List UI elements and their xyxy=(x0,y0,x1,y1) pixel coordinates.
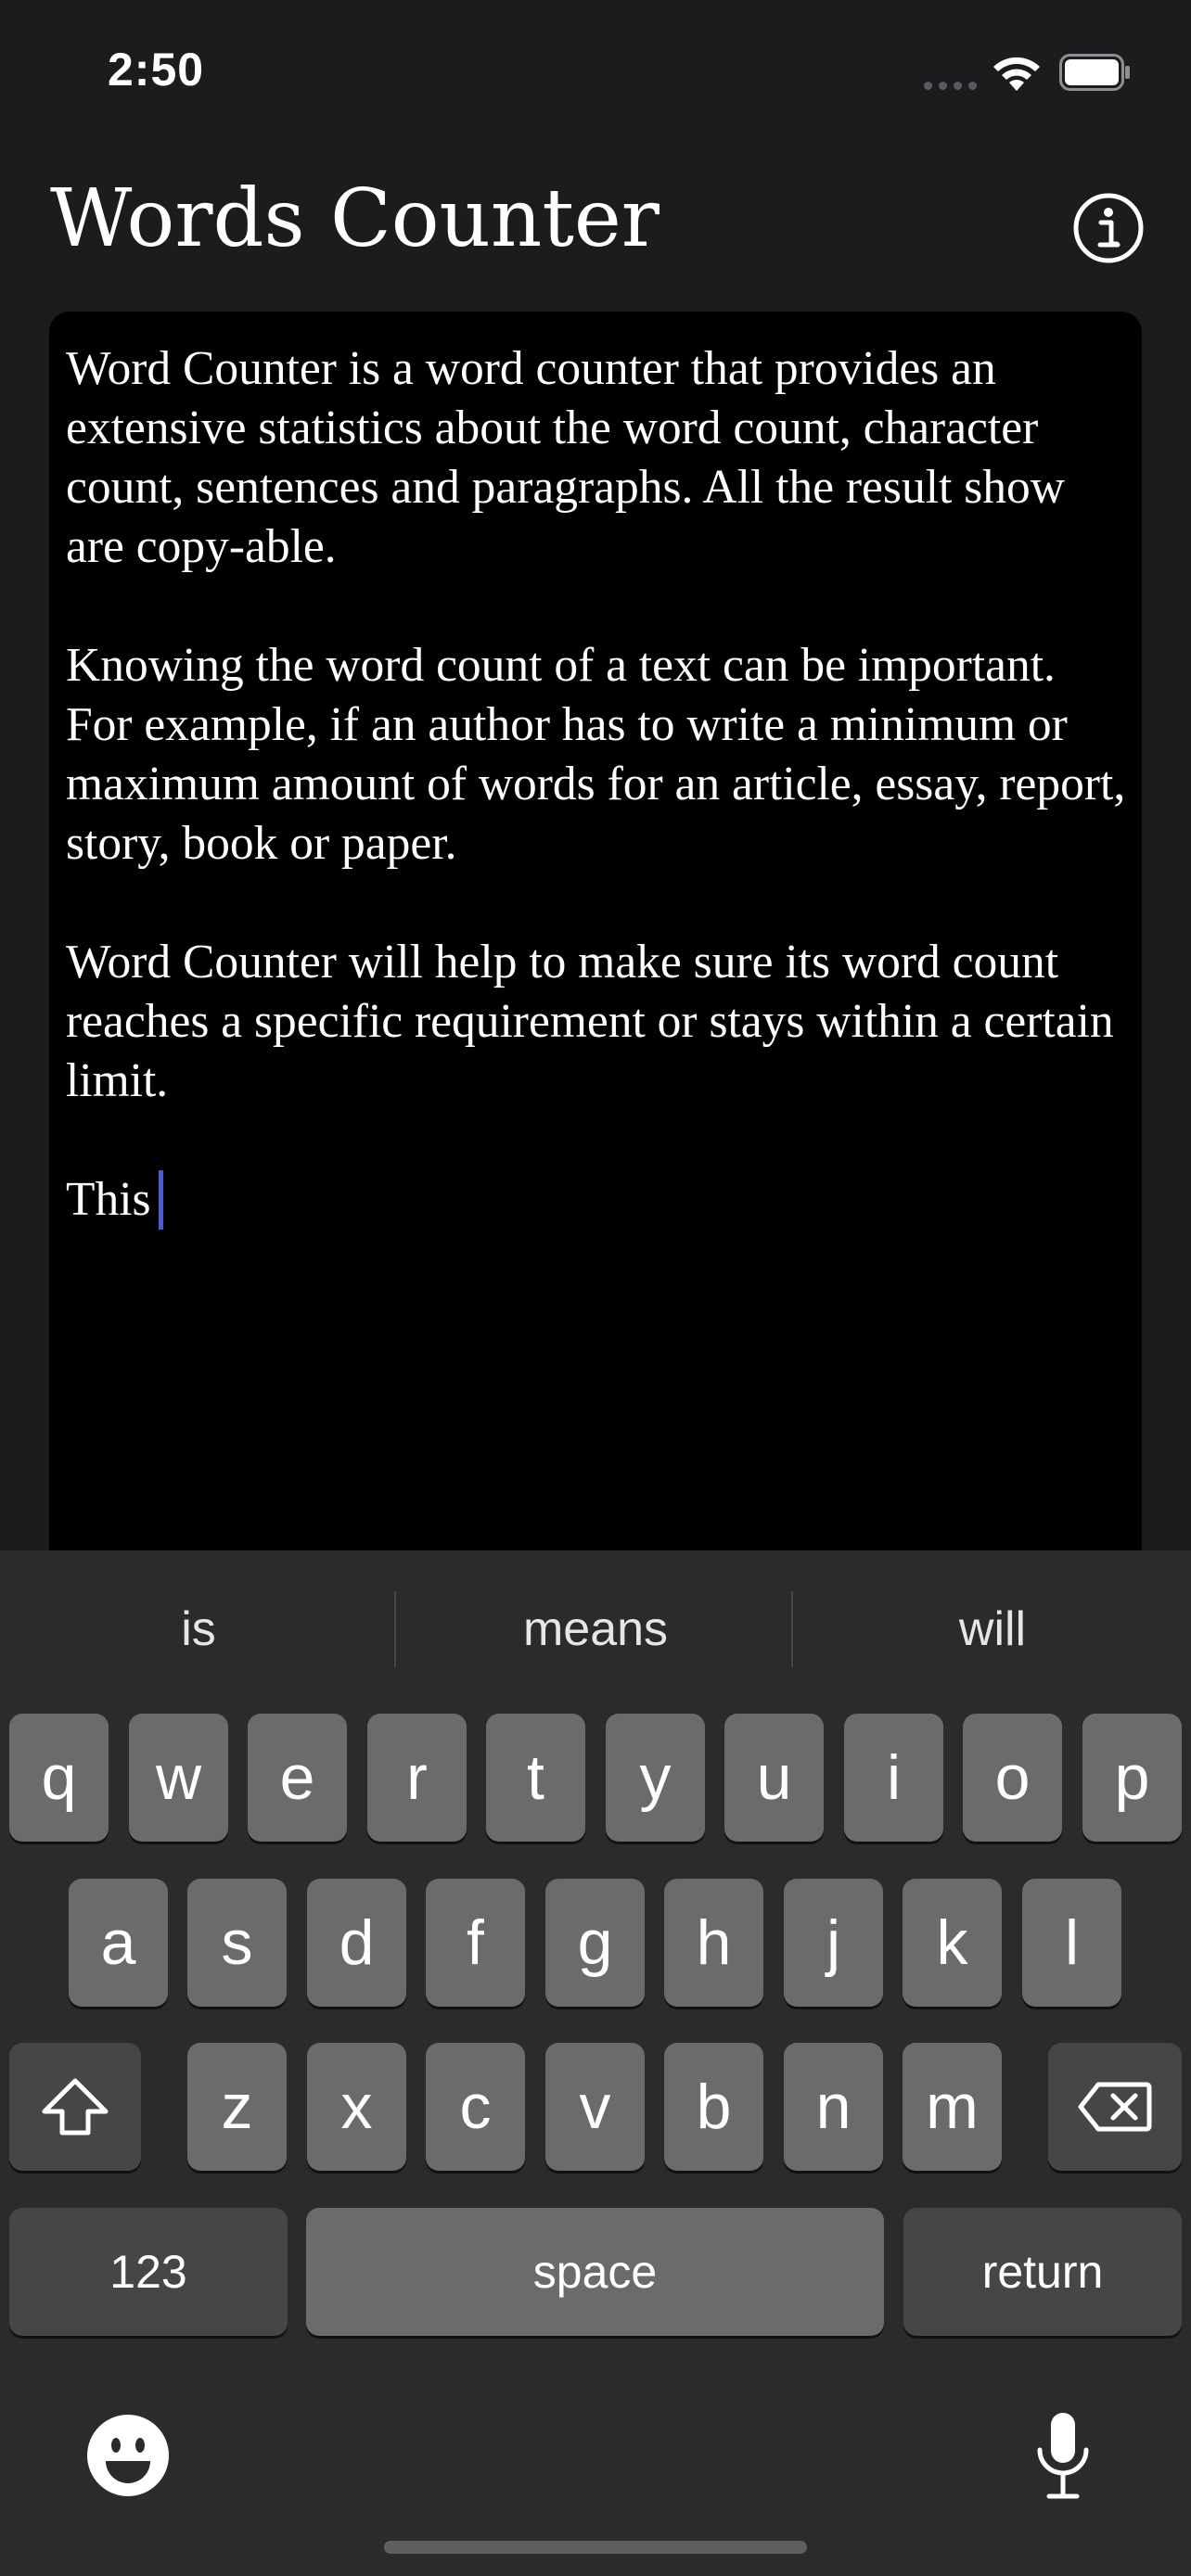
suggestion-bar: is means will xyxy=(0,1550,1191,1708)
info-icon xyxy=(1073,193,1144,263)
key-q[interactable]: q xyxy=(9,1714,109,1842)
editor-paragraph: Word Counter will help to make sure its … xyxy=(66,936,1114,1107)
key-v[interactable]: v xyxy=(545,2043,645,2171)
key-g[interactable]: g xyxy=(545,1879,645,2007)
key-k[interactable]: k xyxy=(903,1879,1002,2007)
key-c[interactable]: c xyxy=(426,2043,525,2171)
key-r[interactable]: r xyxy=(367,1714,467,1842)
key-x[interactable]: x xyxy=(307,2043,406,2171)
dictation-button[interactable] xyxy=(1017,2404,1109,2507)
page-title: Words Counter xyxy=(50,172,660,265)
editor-current-line: This xyxy=(64,1170,1127,1230)
key-a[interactable]: a xyxy=(69,1879,168,2007)
shift-icon xyxy=(42,2078,109,2136)
home-indicator[interactable] xyxy=(384,2541,807,2554)
key-d[interactable]: d xyxy=(307,1879,406,2007)
space-key[interactable]: space xyxy=(306,2208,884,2336)
keyboard: is means will q w e r t y u i o p a s d … xyxy=(0,1550,1191,2576)
shift-key[interactable] xyxy=(9,2043,141,2171)
editor-paragraph: Knowing the word count of a text can be … xyxy=(66,639,1126,870)
battery-icon xyxy=(1059,54,1130,91)
key-u[interactable]: u xyxy=(724,1714,824,1842)
editor-paragraph: Word Counter is a word counter that prov… xyxy=(66,342,1065,573)
delete-icon xyxy=(1078,2082,1152,2132)
text-caret xyxy=(158,1170,163,1230)
key-f[interactable]: f xyxy=(426,1879,525,2007)
key-t[interactable]: t xyxy=(486,1714,585,1842)
suggestion-item[interactable]: means xyxy=(397,1550,794,1708)
key-m[interactable]: m xyxy=(903,2043,1002,2171)
suggestion-item[interactable]: is xyxy=(0,1550,397,1708)
delete-key[interactable] xyxy=(1048,2043,1182,2171)
return-key[interactable]: return xyxy=(903,2208,1182,2336)
suggestion-divider xyxy=(791,1591,793,1667)
key-y[interactable]: y xyxy=(606,1714,705,1842)
status-time: 2:50 xyxy=(108,44,205,96)
emoji-button[interactable] xyxy=(82,2409,174,2502)
suggestion-item[interactable]: will xyxy=(794,1550,1191,1708)
numbers-key[interactable]: 123 xyxy=(9,2208,288,2336)
key-b[interactable]: b xyxy=(664,2043,763,2171)
key-s[interactable]: s xyxy=(187,1879,287,2007)
info-button[interactable] xyxy=(1049,192,1168,264)
microphone-icon xyxy=(1037,2413,1089,2499)
status-bar: 2:50 xyxy=(0,0,1191,148)
text-editor[interactable]: Word Counter is a word counter that prov… xyxy=(49,312,1142,1610)
key-h[interactable]: h xyxy=(664,1879,763,2007)
key-w[interactable]: w xyxy=(129,1714,228,1842)
key-n[interactable]: n xyxy=(784,2043,883,2171)
key-p[interactable]: p xyxy=(1082,1714,1182,1842)
key-o[interactable]: o xyxy=(963,1714,1062,1842)
key-e[interactable]: e xyxy=(248,1714,347,1842)
wifi-icon xyxy=(993,57,1040,91)
suggestion-divider xyxy=(394,1591,396,1667)
key-l[interactable]: l xyxy=(1022,1879,1121,2007)
key-j[interactable]: j xyxy=(784,1879,883,2007)
editor-current-text: This xyxy=(66,1173,151,1226)
key-z[interactable]: z xyxy=(187,2043,287,2171)
key-i[interactable]: i xyxy=(844,1714,943,1842)
emoji-icon xyxy=(87,2415,169,2496)
cellular-signal-icon xyxy=(924,82,977,90)
